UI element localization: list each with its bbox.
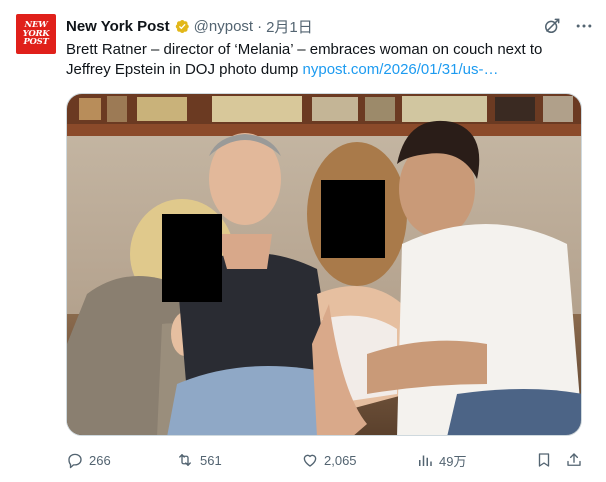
grok-icon[interactable] [542, 16, 562, 36]
tweet-text: Brett Ratner – director of ‘Melania’ – e… [66, 40, 586, 80]
action-bar: 266 561 2,065 49万 [66, 450, 586, 470]
share-button[interactable] [565, 450, 583, 470]
tweet-header: New York Post @nypost · 2月1日 [66, 16, 594, 36]
views-button[interactable]: 49万 [416, 450, 466, 470]
avatar-line-3: POST [23, 37, 49, 48]
share-icon [567, 453, 581, 466]
repost-button[interactable]: 561 [175, 450, 222, 470]
repost-count: 561 [200, 452, 222, 468]
reply-icon [68, 453, 82, 469]
tweet-link[interactable]: nypost.com/2026/01/31/us-… [303, 61, 499, 78]
heart-icon [303, 454, 317, 467]
repost-icon [179, 454, 191, 466]
reply-count: 266 [89, 452, 111, 468]
avatar[interactable]: NEW YORK POST [16, 14, 56, 54]
header-icons [542, 16, 594, 36]
bookmark-button[interactable] [535, 450, 553, 470]
separator-dot: · [257, 17, 263, 35]
display-name[interactable]: New York Post [66, 18, 170, 35]
tweet-photo[interactable] [66, 93, 582, 436]
more-icon[interactable] [574, 16, 594, 36]
views-count: 49万 [439, 453, 467, 469]
reply-button[interactable]: 266 [66, 450, 111, 470]
bookmark-icon [538, 453, 550, 467]
handle[interactable]: @nypost [194, 18, 253, 35]
views-icon [419, 455, 432, 466]
like-button[interactable]: 2,065 [301, 450, 357, 470]
tweet-date[interactable]: 2月1日 [266, 16, 313, 37]
verified-badge-icon[interactable] [173, 18, 190, 35]
tweet-card[interactable]: NEW YORK POST New York Post @nypost · 2月… [0, 0, 606, 482]
like-count: 2,065 [324, 452, 357, 468]
